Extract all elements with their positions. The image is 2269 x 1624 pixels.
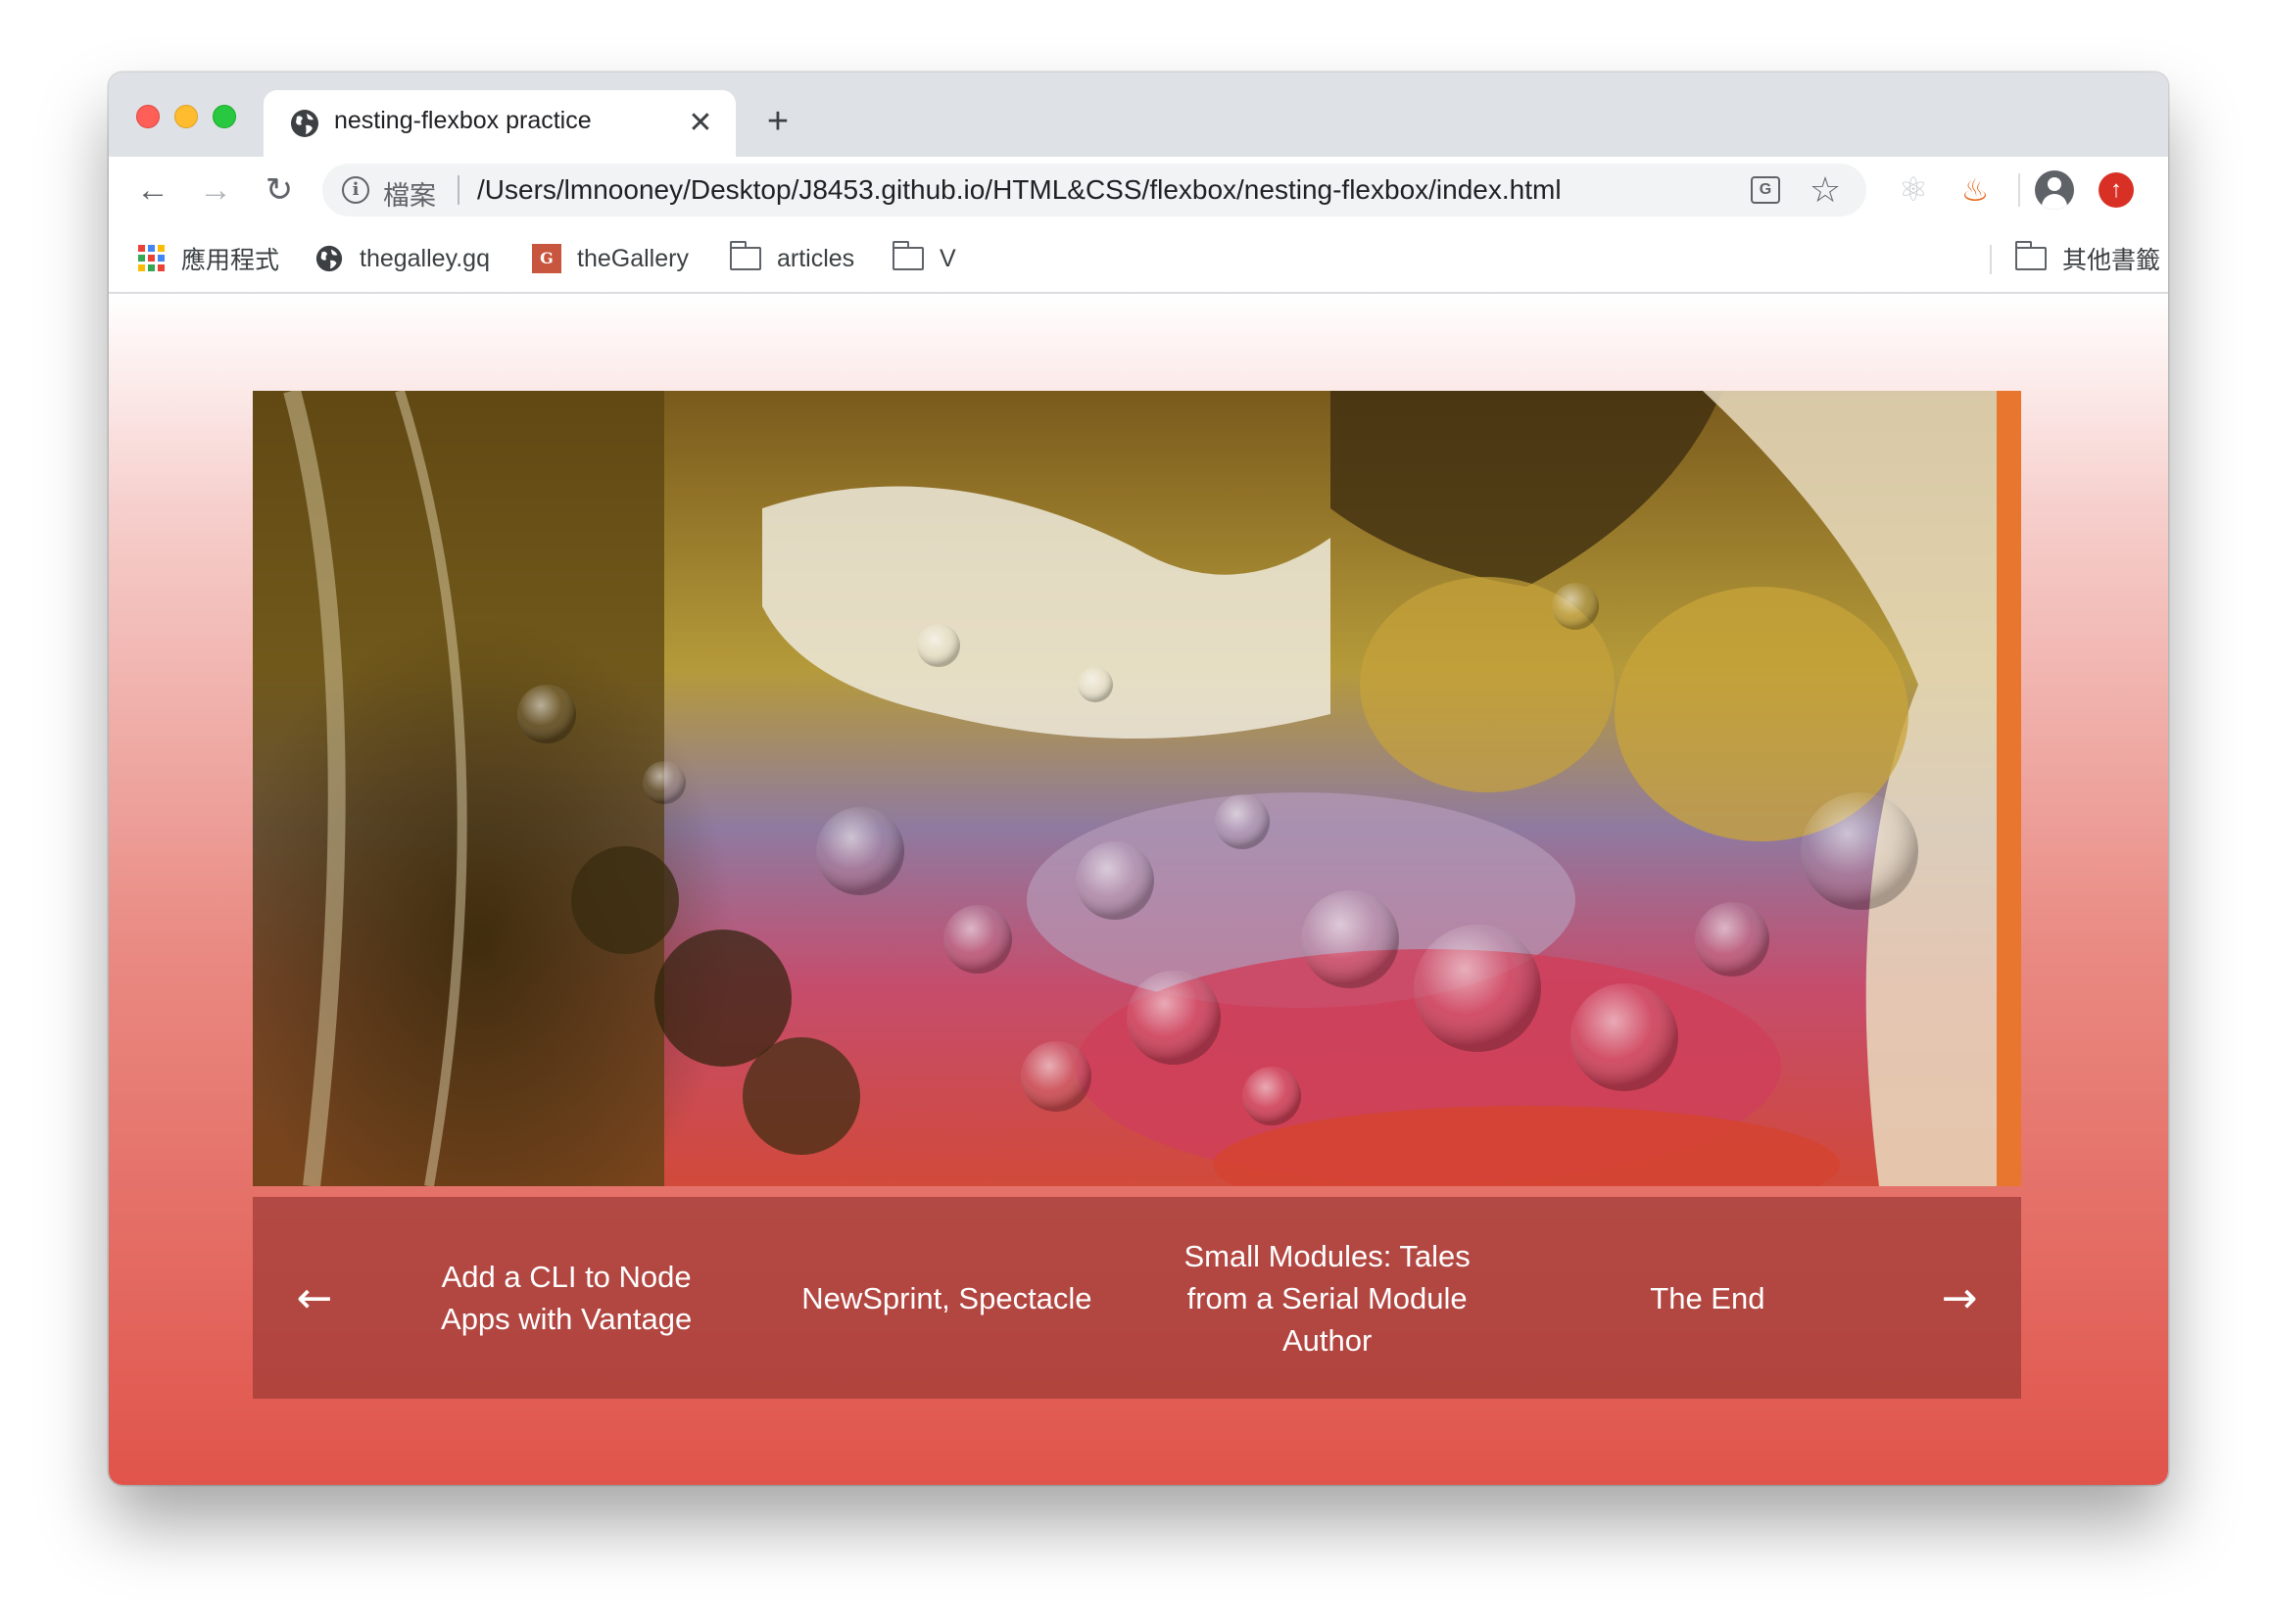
bookmark-label: 其他書籤: [2062, 247, 2161, 274]
folder-icon: [2014, 241, 2047, 270]
prev-arrow-link[interactable]: ←: [253, 1273, 376, 1323]
pager-link-the-end[interactable]: The End: [1518, 1277, 1898, 1319]
tab-title: nesting-flexbox practice: [334, 107, 592, 134]
zoom-window-button[interactable]: [213, 105, 236, 128]
divider: [2018, 173, 2020, 207]
update-icon[interactable]: ↑: [2099, 172, 2134, 208]
minimize-window-button[interactable]: [174, 105, 198, 128]
close-tab-icon[interactable]: ✕: [681, 104, 720, 143]
bookmark-label: V: [940, 244, 956, 272]
new-tab-button[interactable]: +: [758, 102, 797, 141]
tab-strip: nesting-flexbox practice ✕ +: [109, 72, 2168, 157]
bookmark-thegalley[interactable]: thegalley.gq: [314, 241, 490, 276]
folder-icon: [892, 241, 924, 270]
apps-grid-icon: [138, 245, 166, 272]
url-text[interactable]: /Users/lmnooney/Desktop/J8453.github.io/…: [477, 174, 1562, 206]
info-icon[interactable]: i: [342, 176, 369, 204]
avatar-icon[interactable]: [2035, 170, 2074, 210]
bookmark-label: 應用程式: [181, 247, 280, 274]
article-pager: ← Add a CLI to Node Apps with Vantage Ne…: [253, 1197, 2021, 1399]
forward-button[interactable]: →: [194, 168, 237, 212]
hero-image: [253, 391, 2021, 1186]
translate-icon[interactable]: G: [1751, 176, 1780, 204]
react-extension-icon[interactable]: ⚛: [1892, 168, 1935, 212]
bookmark-label: theGallery: [577, 244, 689, 272]
next-arrow-link[interactable]: →: [1898, 1273, 2021, 1323]
toolbar: ← → ↻ i 檔案 /Users/lmnooney/Desktop/J8453…: [109, 157, 2168, 223]
bookmark-apps[interactable]: 應用程式: [138, 241, 279, 276]
bookmark-v[interactable]: V: [892, 241, 956, 276]
bookmark-articles[interactable]: articles: [729, 241, 855, 276]
reload-button[interactable]: ↻: [258, 168, 301, 212]
star-icon[interactable]: ☆: [1806, 169, 1845, 211]
bookmarks-bar: 應用程式 thegalley.gq G theGallery articles …: [109, 223, 2168, 294]
close-window-button[interactable]: [136, 105, 160, 128]
gallery-g-icon: G: [532, 244, 561, 273]
bookmark-other[interactable]: 其他書籤: [2014, 241, 2161, 276]
folder-icon: [729, 241, 761, 270]
back-button[interactable]: ←: [131, 168, 174, 212]
divider: [1990, 245, 1992, 274]
globe-icon: [291, 110, 318, 137]
pager-link-small-modules[interactable]: Small Modules: Tales from a Serial Modul…: [1137, 1235, 1518, 1361]
scheme-label: 檔案: [383, 181, 436, 212]
tab-active[interactable]: nesting-flexbox practice ✕: [264, 90, 736, 157]
globe-icon: [315, 245, 343, 272]
page-viewport: ← Add a CLI to Node Apps with Vantage Ne…: [109, 294, 2168, 1485]
fire-extension-icon[interactable]: ♨: [1954, 168, 1997, 212]
pager-link-newsprint[interactable]: NewSprint, Spectacle: [756, 1277, 1136, 1319]
bookmark-thegallery[interactable]: G theGallery: [532, 241, 689, 276]
address-bar[interactable]: i 檔案 /Users/lmnooney/Desktop/J8453.githu…: [322, 164, 1866, 216]
divider: [458, 175, 459, 205]
pager-link-vantage[interactable]: Add a CLI to Node Apps with Vantage: [376, 1256, 756, 1340]
bookmark-label: thegalley.gq: [360, 244, 490, 272]
browser-window: nesting-flexbox practice ✕ + ← → ↻ i 檔案 …: [109, 72, 2168, 1485]
bookmark-label: articles: [777, 244, 855, 272]
